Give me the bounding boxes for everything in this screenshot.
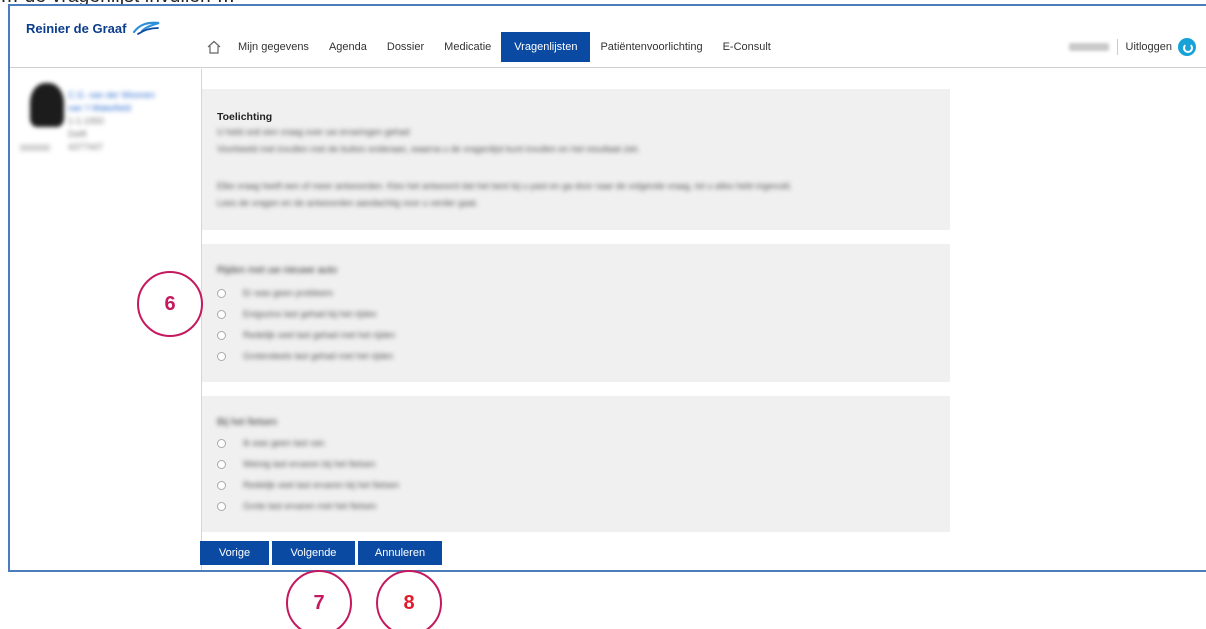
annotation-number: 8 — [403, 591, 415, 614]
option-label: Enigszins last gehad bij het rijden — [243, 309, 377, 319]
nav-agenda[interactable]: Agenda — [319, 32, 377, 62]
answer-option[interactable]: Grotendeels last gehad met het rijden — [217, 351, 393, 361]
annotation-number: 6 — [164, 292, 176, 315]
logo[interactable]: Reinier de Graaf — [26, 20, 162, 36]
option-label: Redelijk veel last gehad met het rijden — [243, 330, 396, 340]
explanation-line: Voorbeeld met invullen met de button ond… — [217, 144, 640, 154]
cancel-button[interactable]: Annuleren — [358, 541, 442, 565]
nav-mijn-gegevens[interactable]: Mijn gegevens — [228, 32, 319, 62]
radio-button[interactable] — [217, 459, 226, 469]
answer-option[interactable]: Grote last ervaren met het fietsen — [217, 501, 377, 511]
avatar — [30, 83, 64, 127]
radio-button[interactable] — [217, 480, 226, 490]
patient-dob: 1-1-1950 — [68, 116, 105, 126]
annotation-marker-8: 8 — [376, 570, 442, 629]
radio-button[interactable] — [217, 438, 226, 448]
answer-option[interactable]: Enigszins last gehad bij het rijden — [217, 309, 377, 319]
main-nav: Mijn gegevens Agenda Dossier Medicatie V… — [200, 32, 781, 62]
question-panel-2: Bij het fietsen Ik was geen last van Wei… — [202, 396, 950, 532]
nav-dossier[interactable]: Dossier — [377, 32, 434, 62]
answer-option[interactable]: Er was geen probleem — [217, 288, 333, 298]
option-label: Grotendeels last gehad met het rijden — [243, 351, 394, 361]
next-button[interactable]: Volgende — [272, 541, 355, 565]
answer-option[interactable]: Ik was geen last van — [217, 438, 325, 448]
power-icon[interactable] — [1178, 38, 1196, 56]
radio-button[interactable] — [217, 501, 226, 511]
nav-vragenlijsten[interactable]: Vragenlijsten — [501, 32, 591, 62]
option-label: Er was geen probleem — [243, 288, 334, 298]
answer-option[interactable]: Redelijk veel last gehad met het rijden — [217, 330, 395, 340]
question-title: Rijden met uw nieuwe auto — [217, 265, 338, 276]
explanation-line: Lees de vragen en de antwoorden aandacht… — [217, 198, 479, 208]
answer-option[interactable]: Redelijk veel last ervaren bij het fiets… — [217, 480, 399, 490]
patient-phone: 4377447 — [68, 142, 104, 152]
answer-option[interactable]: Weinig last ervaren bij het fietsen — [217, 459, 375, 469]
patient-city: Delft — [68, 129, 87, 139]
explanation-title: Toelichting — [217, 111, 273, 123]
explanation-line: Elke vraag heeft een of meer antwoorden.… — [217, 181, 792, 191]
user-name: xxxxxxx — [1068, 43, 1109, 51]
option-label: Redelijk veel last ervaren bij het fiets… — [243, 480, 400, 490]
radio-button[interactable] — [217, 288, 226, 298]
annotation-marker-6: 6 — [137, 271, 203, 337]
nav-e-consult[interactable]: E-Consult — [713, 32, 781, 62]
option-label: Weinig last ervaren bij het fietsen — [243, 459, 376, 469]
nav-medicatie[interactable]: Medicatie — [434, 32, 501, 62]
nav-patientenvoorlichting[interactable]: Patiëntenvoorlichting — [590, 32, 712, 62]
patient-info: C.G. van der Woonen van 't Wakefield 1-1… — [68, 89, 155, 154]
explanation-line: U hebt ooit een vraag over uw ervaringen… — [217, 127, 410, 137]
top-header: Reinier de Graaf Mijn gegevens Agenda Do… — [10, 6, 1206, 68]
question-title: Bij het fietsen — [217, 417, 278, 428]
patient-name[interactable]: C.G. van der Woonen — [68, 89, 155, 102]
home-icon[interactable] — [200, 32, 228, 62]
option-label: Ik was geen last van — [243, 438, 325, 448]
question-panel-1: Rijden met uw nieuwe auto Er was geen pr… — [202, 244, 950, 382]
explanation-panel: Toelichting U hebt ooit een vraag over u… — [202, 89, 950, 230]
logout-link[interactable]: Uitloggen — [1126, 41, 1172, 53]
radio-button[interactable] — [217, 330, 226, 340]
radio-button[interactable] — [217, 309, 226, 319]
logo-swoosh-icon — [133, 21, 160, 35]
divider — [1116, 39, 1118, 55]
patient-name-2[interactable]: van 't Wakefield — [68, 102, 155, 115]
option-label: Grote last ervaren met het fietsen — [243, 501, 377, 511]
logo-text: Reinier de Graaf — [26, 20, 127, 36]
annotation-marker-7: 7 — [286, 570, 352, 629]
previous-button[interactable]: Vorige — [200, 541, 269, 565]
patient-id: 000000 — [20, 143, 51, 153]
annotation-number: 7 — [313, 591, 325, 614]
radio-button[interactable] — [217, 351, 226, 361]
user-box: xxxxxxx Uitloggen — [1068, 38, 1196, 56]
